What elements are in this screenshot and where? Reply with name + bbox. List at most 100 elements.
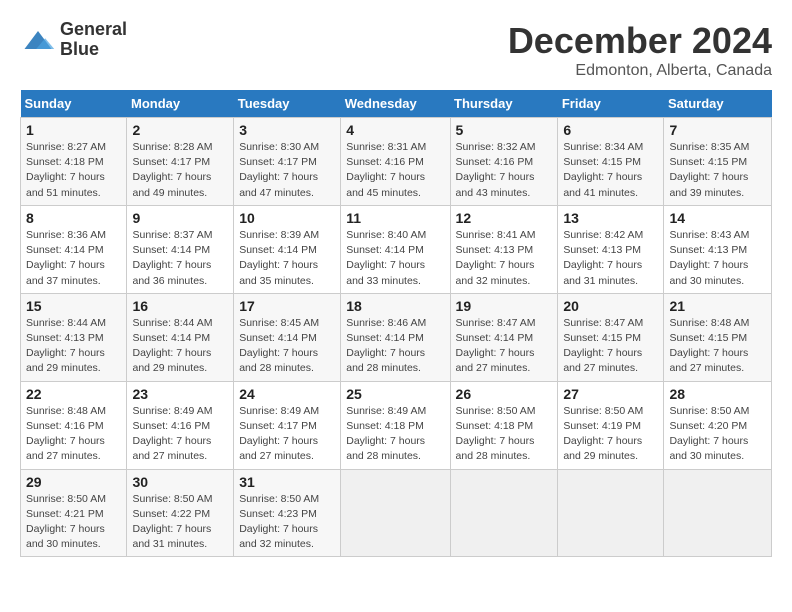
week-row-5: 29 Sunrise: 8:50 AM Sunset: 4:21 PM Dayl… — [21, 469, 772, 557]
day-number: 23 — [132, 386, 228, 402]
day-number: 26 — [456, 386, 553, 402]
calendar-cell: 9 Sunrise: 8:37 AM Sunset: 4:14 PM Dayli… — [127, 205, 234, 293]
day-number: 16 — [132, 298, 228, 314]
page-header: General Blue December 2024 Edmonton, Alb… — [20, 20, 772, 80]
calendar-cell: 14 Sunrise: 8:43 AM Sunset: 4:13 PM Dayl… — [664, 205, 772, 293]
day-detail: Sunrise: 8:46 AM Sunset: 4:14 PM Dayligh… — [346, 316, 444, 377]
day-detail: Sunrise: 8:50 AM Sunset: 4:21 PM Dayligh… — [26, 492, 121, 553]
day-number: 10 — [239, 210, 335, 226]
day-number: 6 — [563, 122, 658, 138]
day-number: 24 — [239, 386, 335, 402]
day-detail: Sunrise: 8:34 AM Sunset: 4:15 PM Dayligh… — [563, 140, 658, 201]
calendar-cell: 2 Sunrise: 8:28 AM Sunset: 4:17 PM Dayli… — [127, 118, 234, 206]
day-number: 20 — [563, 298, 658, 314]
day-detail: Sunrise: 8:43 AM Sunset: 4:13 PM Dayligh… — [669, 228, 766, 289]
calendar-cell: 8 Sunrise: 8:36 AM Sunset: 4:14 PM Dayli… — [21, 205, 127, 293]
day-detail: Sunrise: 8:35 AM Sunset: 4:15 PM Dayligh… — [669, 140, 766, 201]
day-number: 31 — [239, 474, 335, 490]
day-header-wednesday: Wednesday — [341, 90, 450, 118]
day-number: 5 — [456, 122, 553, 138]
title-block: December 2024 Edmonton, Alberta, Canada — [508, 20, 772, 80]
day-number: 29 — [26, 474, 121, 490]
calendar-cell: 11 Sunrise: 8:40 AM Sunset: 4:14 PM Dayl… — [341, 205, 450, 293]
calendar-cell: 28 Sunrise: 8:50 AM Sunset: 4:20 PM Dayl… — [664, 381, 772, 469]
calendar-cell: 3 Sunrise: 8:30 AM Sunset: 4:17 PM Dayli… — [234, 118, 341, 206]
day-number: 13 — [563, 210, 658, 226]
day-detail: Sunrise: 8:50 AM Sunset: 4:22 PM Dayligh… — [132, 492, 228, 553]
day-detail: Sunrise: 8:42 AM Sunset: 4:13 PM Dayligh… — [563, 228, 658, 289]
calendar-cell — [558, 469, 664, 557]
day-detail: Sunrise: 8:49 AM Sunset: 4:16 PM Dayligh… — [132, 404, 228, 465]
day-header-monday: Monday — [127, 90, 234, 118]
day-number: 15 — [26, 298, 121, 314]
day-number: 27 — [563, 386, 658, 402]
day-detail: Sunrise: 8:50 AM Sunset: 4:20 PM Dayligh… — [669, 404, 766, 465]
week-row-2: 8 Sunrise: 8:36 AM Sunset: 4:14 PM Dayli… — [21, 205, 772, 293]
day-number: 28 — [669, 386, 766, 402]
calendar-cell: 17 Sunrise: 8:45 AM Sunset: 4:14 PM Dayl… — [234, 293, 341, 381]
day-detail: Sunrise: 8:48 AM Sunset: 4:15 PM Dayligh… — [669, 316, 766, 377]
calendar-cell: 31 Sunrise: 8:50 AM Sunset: 4:23 PM Dayl… — [234, 469, 341, 557]
day-number: 4 — [346, 122, 444, 138]
day-detail: Sunrise: 8:40 AM Sunset: 4:14 PM Dayligh… — [346, 228, 444, 289]
day-number: 18 — [346, 298, 444, 314]
day-detail: Sunrise: 8:41 AM Sunset: 4:13 PM Dayligh… — [456, 228, 553, 289]
day-detail: Sunrise: 8:30 AM Sunset: 4:17 PM Dayligh… — [239, 140, 335, 201]
calendar-cell: 12 Sunrise: 8:41 AM Sunset: 4:13 PM Dayl… — [450, 205, 558, 293]
day-detail: Sunrise: 8:49 AM Sunset: 4:17 PM Dayligh… — [239, 404, 335, 465]
day-number: 12 — [456, 210, 553, 226]
week-row-3: 15 Sunrise: 8:44 AM Sunset: 4:13 PM Dayl… — [21, 293, 772, 381]
day-detail: Sunrise: 8:49 AM Sunset: 4:18 PM Dayligh… — [346, 404, 444, 465]
week-row-4: 22 Sunrise: 8:48 AM Sunset: 4:16 PM Dayl… — [21, 381, 772, 469]
day-number: 11 — [346, 210, 444, 226]
day-number: 19 — [456, 298, 553, 314]
day-header-thursday: Thursday — [450, 90, 558, 118]
calendar-cell: 15 Sunrise: 8:44 AM Sunset: 4:13 PM Dayl… — [21, 293, 127, 381]
day-header-saturday: Saturday — [664, 90, 772, 118]
day-number: 9 — [132, 210, 228, 226]
calendar-cell: 13 Sunrise: 8:42 AM Sunset: 4:13 PM Dayl… — [558, 205, 664, 293]
calendar-cell: 16 Sunrise: 8:44 AM Sunset: 4:14 PM Dayl… — [127, 293, 234, 381]
calendar-header-row: SundayMondayTuesdayWednesdayThursdayFrid… — [21, 90, 772, 118]
logo-icon — [20, 22, 56, 58]
calendar-cell: 24 Sunrise: 8:49 AM Sunset: 4:17 PM Dayl… — [234, 381, 341, 469]
calendar-cell: 18 Sunrise: 8:46 AM Sunset: 4:14 PM Dayl… — [341, 293, 450, 381]
day-number: 21 — [669, 298, 766, 314]
calendar-cell: 5 Sunrise: 8:32 AM Sunset: 4:16 PM Dayli… — [450, 118, 558, 206]
calendar-cell: 25 Sunrise: 8:49 AM Sunset: 4:18 PM Dayl… — [341, 381, 450, 469]
calendar-cell: 19 Sunrise: 8:47 AM Sunset: 4:14 PM Dayl… — [450, 293, 558, 381]
day-number: 1 — [26, 122, 121, 138]
calendar-cell: 7 Sunrise: 8:35 AM Sunset: 4:15 PM Dayli… — [664, 118, 772, 206]
calendar-cell: 1 Sunrise: 8:27 AM Sunset: 4:18 PM Dayli… — [21, 118, 127, 206]
day-number: 2 — [132, 122, 228, 138]
logo: General Blue — [20, 20, 127, 60]
day-detail: Sunrise: 8:47 AM Sunset: 4:14 PM Dayligh… — [456, 316, 553, 377]
calendar-cell: 20 Sunrise: 8:47 AM Sunset: 4:15 PM Dayl… — [558, 293, 664, 381]
calendar-cell: 29 Sunrise: 8:50 AM Sunset: 4:21 PM Dayl… — [21, 469, 127, 557]
day-number: 7 — [669, 122, 766, 138]
day-detail: Sunrise: 8:45 AM Sunset: 4:14 PM Dayligh… — [239, 316, 335, 377]
day-number: 25 — [346, 386, 444, 402]
day-number: 22 — [26, 386, 121, 402]
calendar-cell: 26 Sunrise: 8:50 AM Sunset: 4:18 PM Dayl… — [450, 381, 558, 469]
day-detail: Sunrise: 8:47 AM Sunset: 4:15 PM Dayligh… — [563, 316, 658, 377]
calendar-cell — [664, 469, 772, 557]
logo-text: General Blue — [60, 20, 127, 60]
day-detail: Sunrise: 8:48 AM Sunset: 4:16 PM Dayligh… — [26, 404, 121, 465]
day-detail: Sunrise: 8:39 AM Sunset: 4:14 PM Dayligh… — [239, 228, 335, 289]
day-number: 8 — [26, 210, 121, 226]
calendar-cell — [450, 469, 558, 557]
day-header-tuesday: Tuesday — [234, 90, 341, 118]
day-number: 17 — [239, 298, 335, 314]
calendar-cell: 27 Sunrise: 8:50 AM Sunset: 4:19 PM Dayl… — [558, 381, 664, 469]
calendar-table: SundayMondayTuesdayWednesdayThursdayFrid… — [20, 90, 772, 557]
week-row-1: 1 Sunrise: 8:27 AM Sunset: 4:18 PM Dayli… — [21, 118, 772, 206]
day-number: 3 — [239, 122, 335, 138]
calendar-cell: 4 Sunrise: 8:31 AM Sunset: 4:16 PM Dayli… — [341, 118, 450, 206]
calendar-cell: 22 Sunrise: 8:48 AM Sunset: 4:16 PM Dayl… — [21, 381, 127, 469]
day-detail: Sunrise: 8:44 AM Sunset: 4:13 PM Dayligh… — [26, 316, 121, 377]
day-detail: Sunrise: 8:36 AM Sunset: 4:14 PM Dayligh… — [26, 228, 121, 289]
day-detail: Sunrise: 8:50 AM Sunset: 4:23 PM Dayligh… — [239, 492, 335, 553]
calendar-cell: 30 Sunrise: 8:50 AM Sunset: 4:22 PM Dayl… — [127, 469, 234, 557]
calendar-cell — [341, 469, 450, 557]
